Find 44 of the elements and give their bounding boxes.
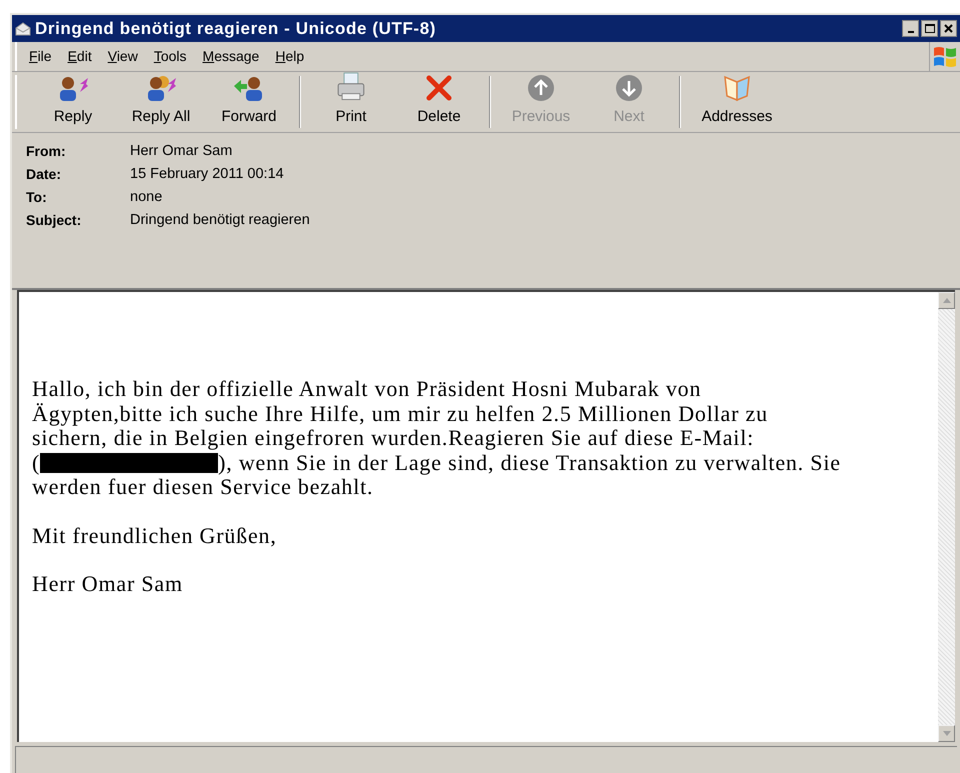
book-icon — [721, 74, 753, 102]
header-value: 15 February 2011 00:14 — [130, 164, 284, 184]
body-text: Herr Omar Sam — [32, 572, 183, 596]
toolbar-button[interactable]: Forward — [205, 72, 293, 132]
header-label: Subject: — [26, 211, 82, 230]
toolbar-button[interactable]: Addresses — [687, 72, 787, 132]
menu-item[interactable]: Help — [275, 46, 304, 67]
header-label: To: — [26, 188, 48, 207]
body-text: ( — [32, 450, 40, 475]
envelope-icon — [15, 22, 31, 36]
scroll-down-button[interactable] — [938, 725, 955, 742]
maximize-icon — [924, 24, 934, 33]
body-text: Mit freundlichen Grüßen, — [32, 524, 277, 548]
minimize-button[interactable] — [902, 20, 919, 37]
header-value: none — [130, 188, 162, 207]
menu-item[interactable]: File — [29, 46, 52, 67]
menu-item[interactable]: Edit — [68, 46, 92, 67]
body-text: ), wenn Sie in der Lage sind, diese Transaktion zu verwalten. Sie — [218, 450, 841, 475]
menu-item[interactable]: Message — [202, 46, 260, 67]
minimize-icon — [908, 31, 914, 33]
body-text: sichern, die in Belgien eingefroren wurden.Reagieren Sie auf diese E-Mail: — [32, 426, 754, 450]
up-triangle-icon — [942, 298, 950, 303]
window-title: Dringend benötigt reagieren - Unicode (UTF-8) — [35, 18, 438, 40]
menu-item[interactable]: Tools — [154, 46, 187, 67]
header-label: Date: — [26, 165, 62, 184]
scrollbar[interactable] — [938, 292, 955, 742]
header-value: Dringend benötigt reagieren — [130, 210, 310, 230]
body-text: Hallo, ich bin der offizielle Anwalt von Präsident Hosni Mubarak von — [32, 377, 702, 402]
header-value: Herr Omar Sam — [130, 142, 232, 161]
body-text: werden fuer diesen Service bezahlt. — [32, 475, 374, 500]
close-button[interactable] — [940, 20, 957, 37]
maximize-button[interactable] — [921, 20, 938, 37]
scroll-up-button[interactable] — [938, 292, 955, 309]
down-triangle-icon — [942, 731, 950, 736]
close-icon — [944, 24, 953, 33]
toolbar-button[interactable]: Print — [307, 72, 395, 132]
toolbar-button[interactable]: Delete — [395, 72, 483, 132]
toolbar-button[interactable]: Reply — [29, 72, 117, 132]
menu-item[interactable]: View — [108, 46, 138, 67]
toolbar-button[interactable]: Reply All — [117, 72, 205, 132]
header-label: From: — [26, 142, 67, 161]
printer-icon — [336, 72, 366, 102]
close-icon — [425, 74, 453, 102]
body-text: Ägypten,bitte ich suche Ihre Hilfe, um mir zu helfen 2.5 Millionen Dollar zu — [32, 402, 768, 426]
